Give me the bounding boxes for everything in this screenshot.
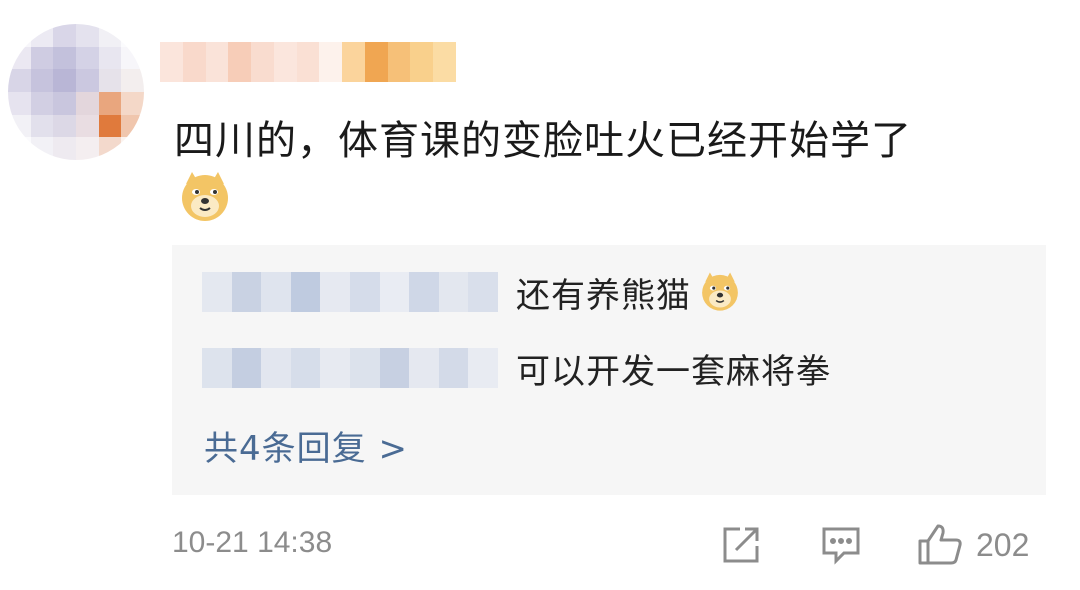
reply-text: 还有养熊猫 [516, 275, 691, 316]
like-button[interactable]: 202 [916, 522, 1029, 568]
reply-username[interactable] [202, 348, 498, 388]
reply-box: 还有养熊猫 可以开发一套麻将拳 共4条回复 > [172, 245, 1046, 495]
reply-item[interactable]: 还有养熊猫 [202, 267, 741, 317]
comment-timestamp: 10-21 14:38 [172, 526, 333, 559]
doge-emoji [178, 170, 232, 224]
comment-button[interactable] [820, 522, 862, 568]
reply-item[interactable]: 可以开发一套麻将拳 [202, 343, 831, 393]
reply-username[interactable] [202, 272, 498, 312]
doge-emoji [699, 271, 741, 313]
share-icon [720, 524, 762, 566]
thumbs-up-icon [916, 523, 964, 567]
comment-icon [820, 524, 862, 566]
comment-text: 四川的，体育课的变脸吐火已经开始学了 [174, 118, 912, 164]
avatar[interactable] [8, 24, 144, 160]
reply-text: 可以开发一套麻将拳 [516, 351, 831, 392]
share-button[interactable] [720, 522, 762, 568]
view-all-replies-link[interactable]: 共4条回复 > [204, 421, 408, 470]
like-count: 202 [976, 526, 1030, 563]
username[interactable] [160, 42, 456, 82]
